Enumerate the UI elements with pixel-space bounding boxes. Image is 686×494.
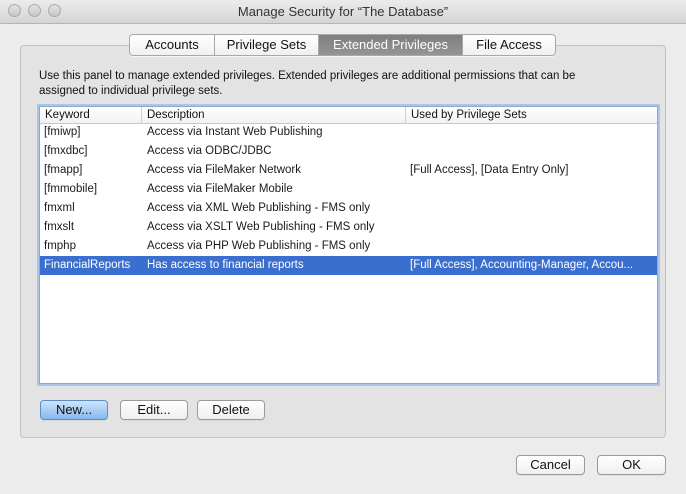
table-row[interactable]: [fmxdbc] Access via ODBC/JDBC — [40, 142, 657, 161]
used-by-cell — [406, 123, 657, 142]
panel-description: Use this panel to manage extended privil… — [39, 69, 639, 99]
table-row-selected[interactable]: FinancialReports Has access to financial… — [40, 256, 657, 275]
new-privilege-button[interactable]: New... — [40, 400, 108, 420]
used-by-cell — [406, 237, 657, 256]
used-by-cell — [406, 180, 657, 199]
column-header-description[interactable]: Description — [142, 107, 406, 124]
description-cell: Has access to financial reports — [147, 259, 304, 271]
delete-privilege-button[interactable]: Delete — [197, 400, 265, 420]
tab-privilege-sets[interactable]: Privilege Sets — [215, 35, 319, 55]
extended-privileges-list[interactable]: Keyword Description Used by Privilege Se… — [39, 106, 658, 384]
cancel-button[interactable]: Cancel — [516, 455, 585, 475]
used-by-cell: [Full Access], [Data Entry Only] — [410, 164, 569, 176]
description-cell: Access via PHP Web Publishing - FMS only — [147, 240, 371, 252]
table-row[interactable]: fmxml Access via XML Web Publishing - FM… — [40, 199, 657, 218]
keyword-cell: [fmmobile] — [44, 183, 98, 195]
description-cell: Access via Instant Web Publishing — [147, 126, 323, 138]
panel-description-line-1: Use this panel to manage extended privil… — [39, 70, 576, 82]
keyword-cell: fmxml — [44, 202, 75, 214]
keyword-cell: [fmapp] — [44, 164, 83, 176]
used-by-cell — [406, 199, 657, 218]
description-cell: Access via FileMaker Network — [147, 164, 302, 176]
description-cell: Access via XML Web Publishing - FMS only — [147, 202, 371, 214]
tab-file-access[interactable]: File Access — [463, 35, 555, 55]
used-by-cell — [406, 218, 657, 237]
column-header-used-by[interactable]: Used by Privilege Sets — [406, 107, 657, 124]
table-row[interactable]: [fmiwp] Access via Instant Web Publishin… — [40, 123, 657, 142]
column-header-keyword[interactable]: Keyword — [40, 107, 142, 124]
used-by-cell — [406, 142, 657, 161]
table-row[interactable]: fmphp Access via PHP Web Publishing - FM… — [40, 237, 657, 256]
window-title: Manage Security for “The Database” — [237, 4, 449, 19]
description-cell: Access via XSLT Web Publishing - FMS onl… — [147, 221, 375, 233]
used-by-cell: [Full Access], Accounting-Manager, Accou… — [410, 259, 634, 271]
keyword-cell: [fmxdbc] — [44, 145, 88, 157]
keyword-cell: [fmiwp] — [44, 126, 81, 138]
table-row[interactable]: fmxslt Access via XSLT Web Publishing - … — [40, 218, 657, 237]
panel-description-line-2: assigned to individual privilege sets. — [39, 85, 223, 97]
keyword-cell: fmxslt — [44, 221, 75, 233]
security-tabs: Accounts Privilege Sets Extended Privile… — [129, 34, 556, 56]
ok-button[interactable]: OK — [597, 455, 666, 475]
edit-privilege-button[interactable]: Edit... — [120, 400, 188, 420]
description-cell: Access via FileMaker Mobile — [147, 183, 293, 195]
list-header: Keyword Description Used by Privilege Se… — [40, 107, 657, 124]
tab-accounts[interactable]: Accounts — [130, 35, 215, 55]
table-row[interactable]: [fmapp] Access via FileMaker Network [Fu… — [40, 161, 657, 180]
description-cell: Access via ODBC/JDBC — [147, 145, 272, 157]
tab-extended-privileges[interactable]: Extended Privileges — [319, 35, 463, 55]
keyword-cell: fmphp — [44, 240, 76, 252]
manage-security-window: Manage Security for “The Database” Accou… — [0, 0, 686, 494]
keyword-cell: FinancialReports — [44, 259, 131, 271]
table-row[interactable]: [fmmobile] Access via FileMaker Mobile — [40, 180, 657, 199]
title-bar: Manage Security for “The Database” — [0, 0, 686, 24]
